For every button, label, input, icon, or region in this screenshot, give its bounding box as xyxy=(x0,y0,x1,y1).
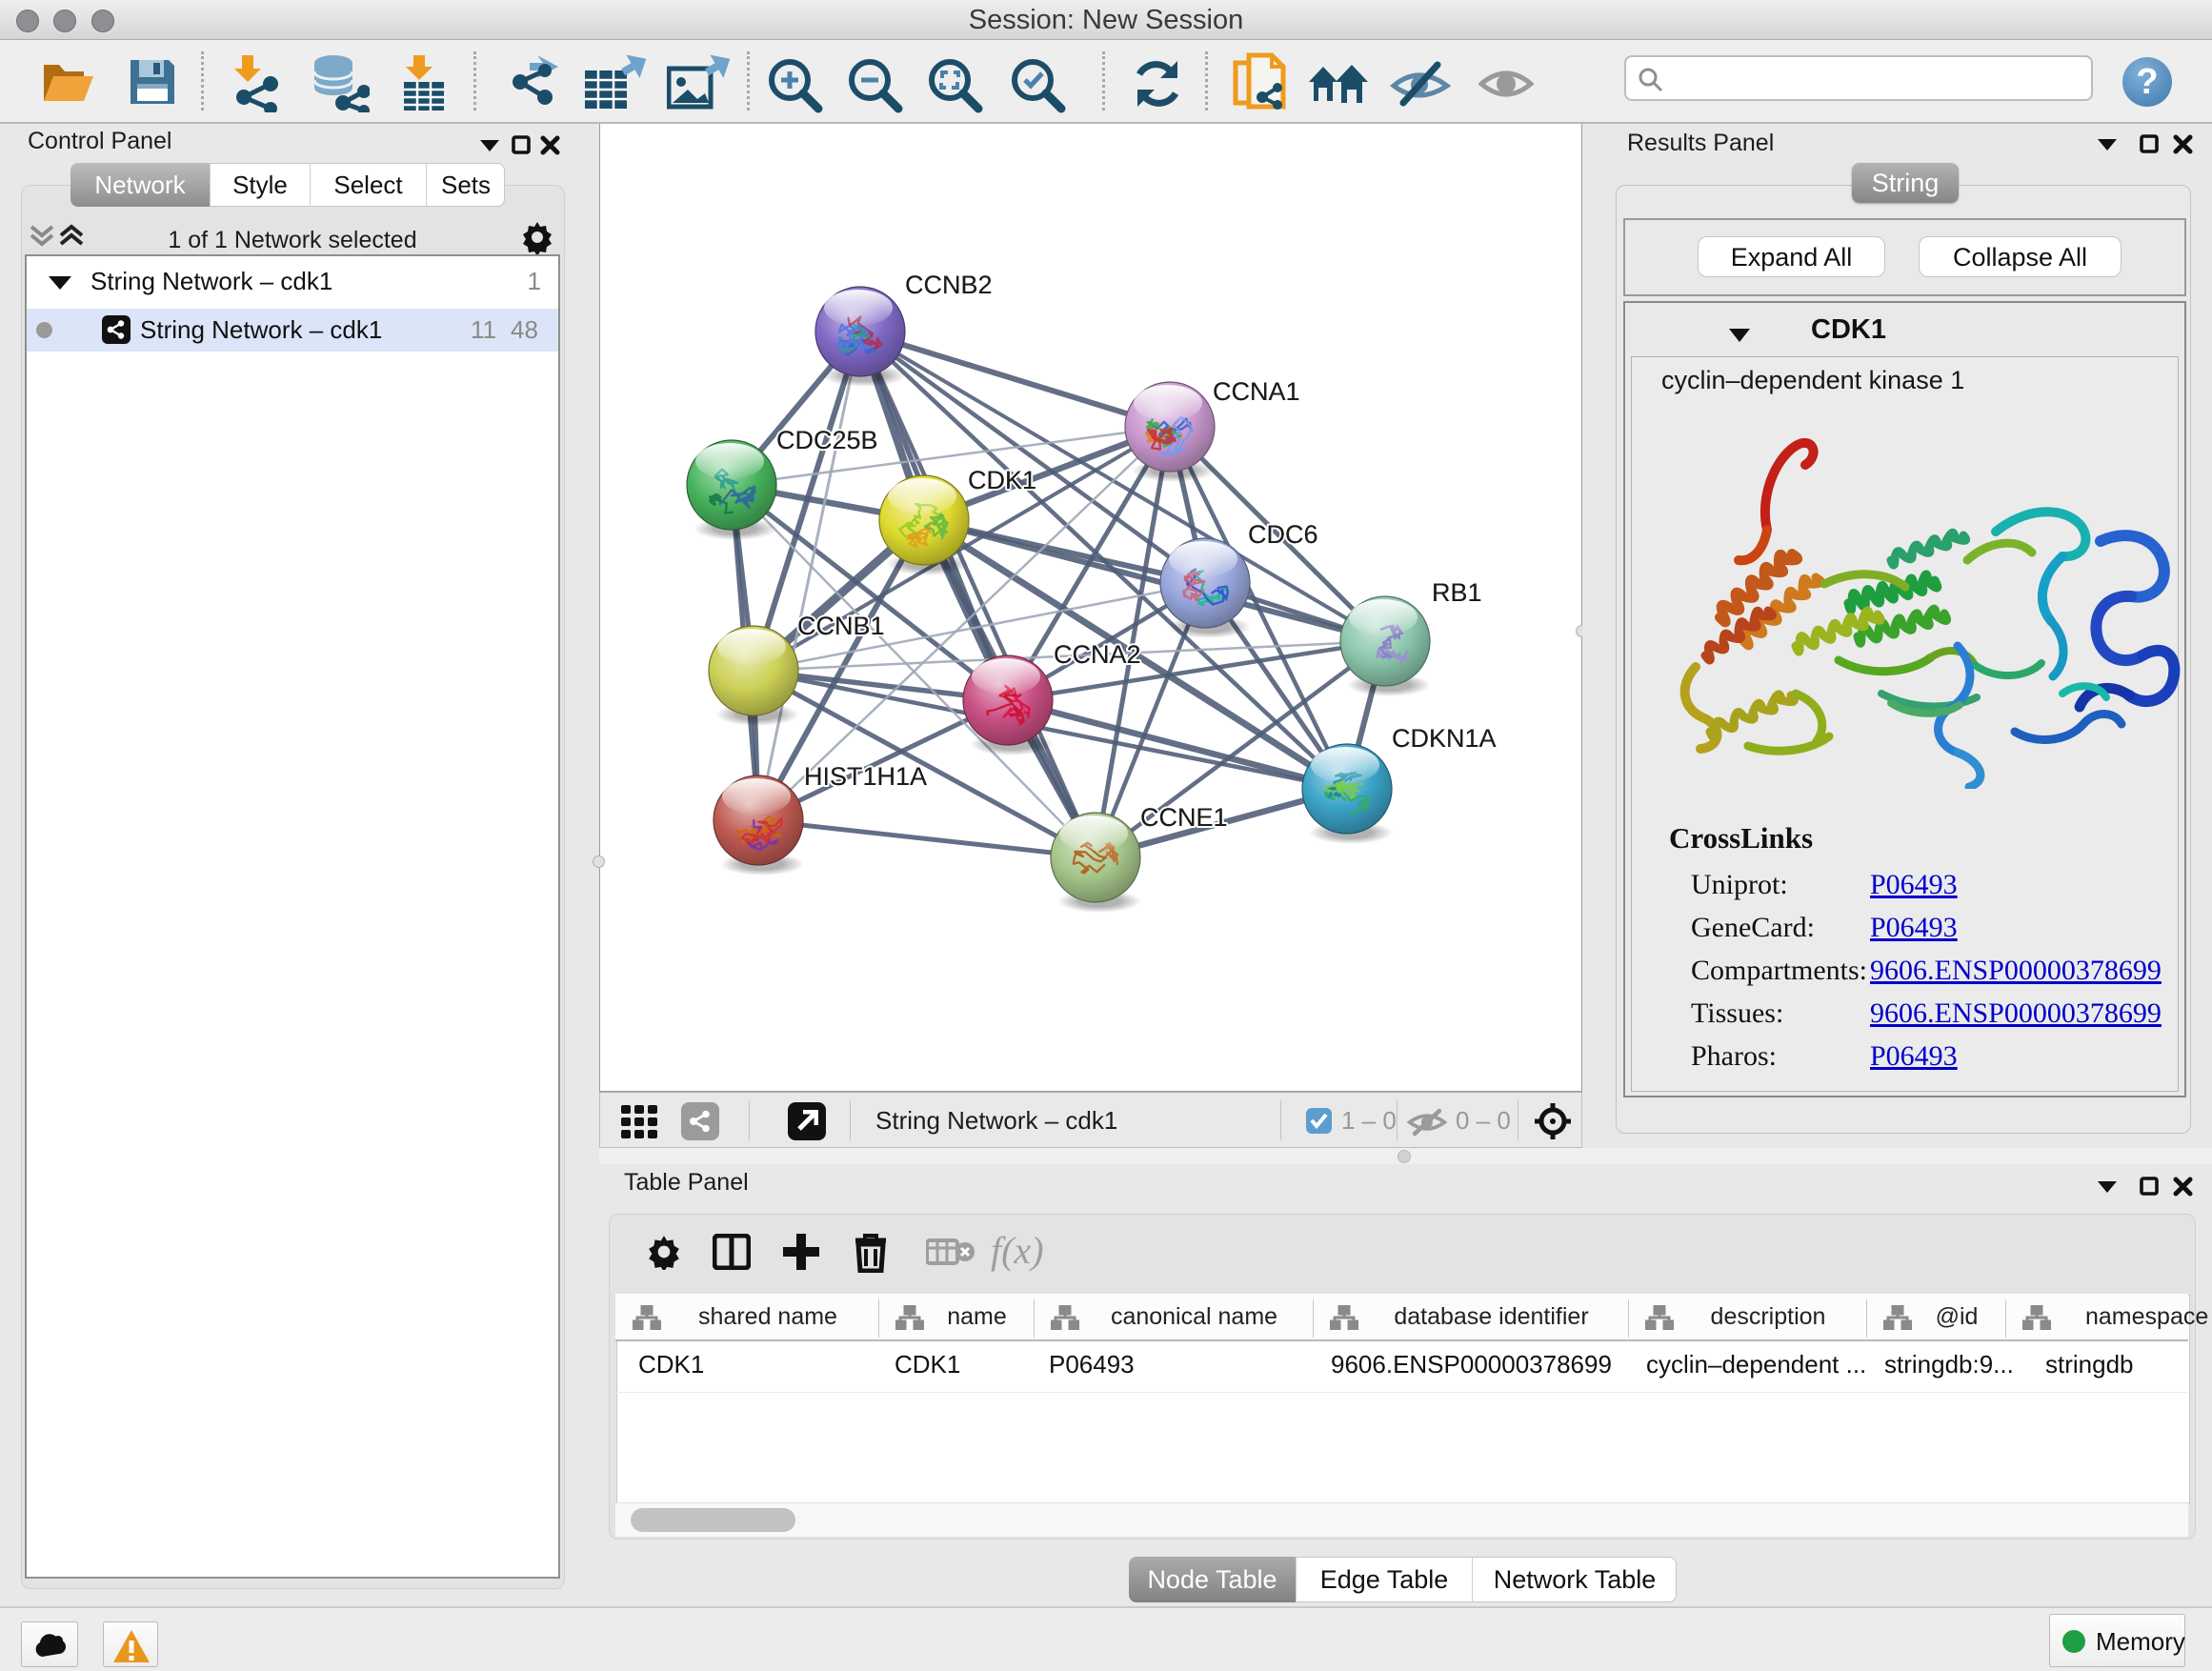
svg-text:CDC25B: CDC25B xyxy=(776,426,878,454)
svg-text:CDK1: CDK1 xyxy=(968,466,1036,494)
svg-text:CCNA2: CCNA2 xyxy=(1054,640,1141,669)
svg-text:CDC6: CDC6 xyxy=(1248,520,1318,549)
svg-text:CCNB2: CCNB2 xyxy=(905,271,993,299)
svg-text:CDKN1A: CDKN1A xyxy=(1392,724,1497,753)
svg-text:RB1: RB1 xyxy=(1432,578,1482,607)
svg-text:CCNE1: CCNE1 xyxy=(1140,803,1228,832)
svg-text:CCNB1: CCNB1 xyxy=(797,612,885,640)
svg-text:CCNA1: CCNA1 xyxy=(1213,377,1300,406)
svg-text:HIST1H1A: HIST1H1A xyxy=(804,762,927,791)
